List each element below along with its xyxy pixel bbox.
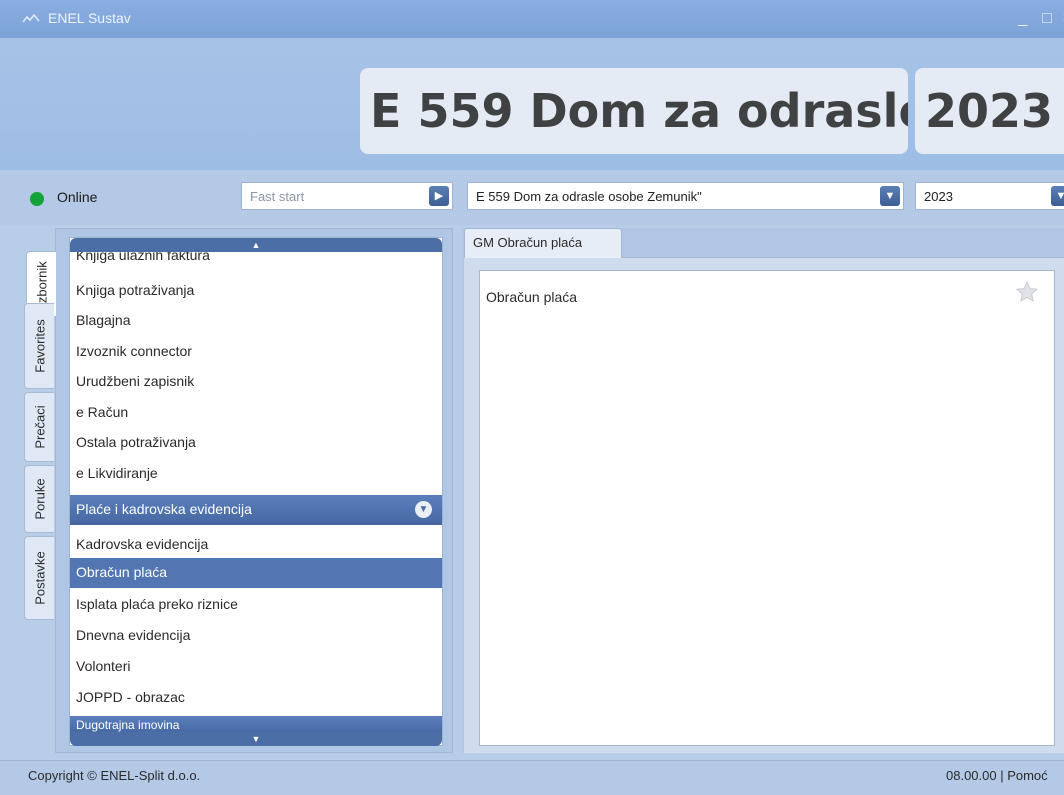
menu-group-label: Dugotrajna imovina — [76, 718, 180, 732]
online-status-label: Online — [57, 189, 98, 205]
menu-item-joppd-obrazac[interactable]: JOPPD - obrazac — [70, 683, 442, 713]
version-help-link[interactable]: 08.00.00 | Pomoć — [946, 768, 1048, 783]
menu-item-ostala-potrazivanja[interactable]: Ostala potraživanja — [70, 428, 442, 458]
window-title: ENEL Sustav — [48, 10, 131, 26]
online-status-icon — [30, 192, 44, 206]
chevron-down-icon[interactable]: ▼ — [880, 186, 900, 206]
tab-precaci-label: Prečaci — [32, 405, 47, 449]
menu-item-urudzbeni-zapisnik[interactable]: Urudžbeni zapisnik — [70, 367, 442, 397]
fast-start-go-icon[interactable]: ▶ — [429, 186, 449, 206]
document-content — [479, 270, 1055, 746]
chevron-down-icon[interactable]: ▼ — [1051, 186, 1064, 206]
document-title: Obračun plaća — [486, 289, 578, 305]
menu-item-e-racun[interactable]: e Račun — [70, 398, 442, 428]
year-heading: 2023 — [915, 68, 1064, 154]
menu-item-e-likvidiranje[interactable]: e Likvidiranje — [70, 459, 442, 489]
menu-item-izvoznik-connector[interactable]: Izvoznik connector — [70, 337, 442, 367]
menu-item-volonteri[interactable]: Volonteri — [70, 652, 442, 682]
tab-poruke[interactable]: Poruke — [24, 465, 54, 533]
tab-postavke-label: Postavke — [32, 551, 47, 605]
menu-group-label: Plaće i kadrovska evidencija — [76, 501, 252, 517]
close-button[interactable]: × — [1056, 8, 1064, 30]
tab-izbornik-label: Izbornik — [34, 261, 49, 307]
tab-favorites[interactable]: Favorites — [24, 303, 54, 389]
fast-start-placeholder: Fast start — [250, 189, 305, 204]
menu-item-obracun-placa[interactable]: Obračun plaća — [70, 558, 442, 588]
minimize-button[interactable]: _ — [1012, 8, 1034, 30]
app-logo-icon — [22, 14, 40, 23]
tab-favorites-label: Favorites — [32, 319, 47, 373]
year-select[interactable]: 2023 ▼ — [915, 182, 1064, 210]
menu-item-blagajna[interactable]: Blagajna — [70, 306, 442, 336]
scroll-up-button[interactable]: ▲ — [70, 238, 442, 252]
tab-poruke-label: Poruke — [32, 478, 47, 520]
year-select-value: 2023 — [924, 189, 953, 204]
menu-item-knjiga-potrazivanja[interactable]: Knjiga potraživanja — [70, 276, 442, 306]
title-bar — [0, 0, 1064, 38]
tab-postavke[interactable]: Postavke — [24, 536, 54, 620]
company-heading: E 559 Dom za odrasle — [360, 68, 908, 154]
tab-precaci[interactable]: Prečaci — [24, 392, 54, 462]
menu-item-dnevna-evidencija[interactable]: Dnevna evidencija — [70, 621, 442, 651]
chevron-down-icon[interactable]: ▼ — [415, 501, 432, 518]
company-select[interactable]: E 559 Dom za odrasle osobe Zemunik" ▼ — [467, 182, 904, 210]
tab-gm-obracun-placa[interactable]: GM Obračun plaća — [464, 228, 622, 258]
favorite-star-icon[interactable] — [1015, 280, 1039, 304]
maximize-button[interactable]: □ — [1036, 8, 1058, 30]
menu-item-kadrovska-evidencija[interactable]: Kadrovska evidencija — [70, 530, 442, 560]
company-select-value: E 559 Dom za odrasle osobe Zemunik" — [476, 189, 702, 204]
scroll-down-button[interactable]: ▼ — [70, 732, 442, 746]
fast-start-input[interactable]: Fast start ▶ — [241, 182, 453, 210]
menu-item-isplata-placa[interactable]: Isplata plaća preko riznice — [70, 590, 442, 620]
menu-group-place[interactable]: Plaće i kadrovska evidencija ▼ — [70, 495, 442, 525]
copyright-text: Copyright © ENEL-Split d.o.o. — [28, 768, 201, 783]
